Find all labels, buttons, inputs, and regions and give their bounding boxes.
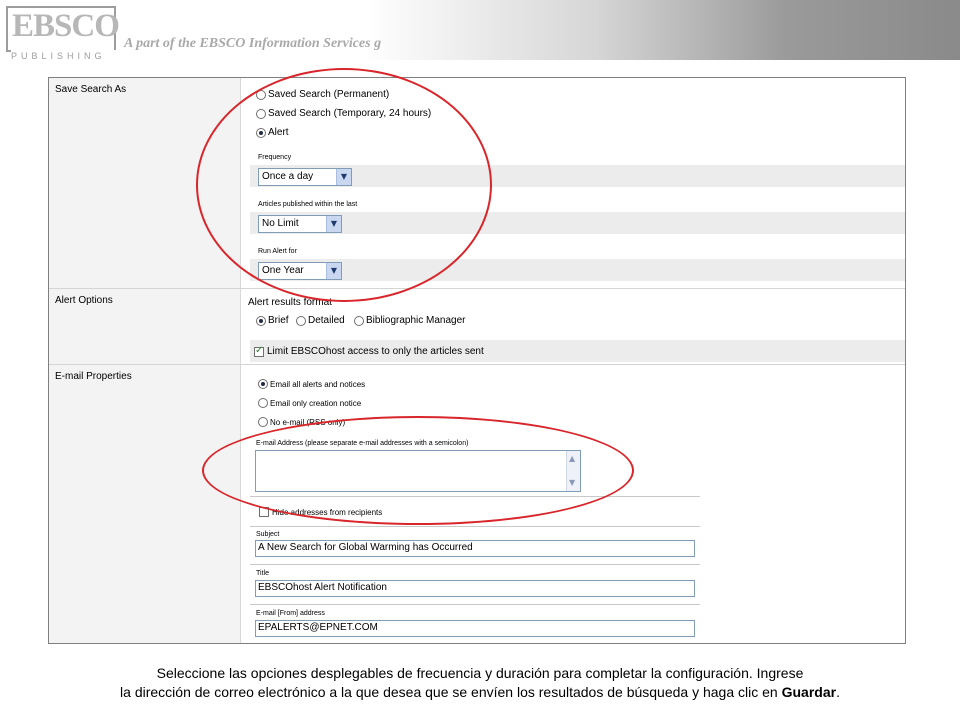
- from-address-label: E-mail [From] address: [256, 610, 325, 617]
- radio-icon: [296, 315, 306, 326]
- radio-no-email[interactable]: No e-mail (RSS only): [258, 417, 345, 427]
- email-address-scrollbar[interactable]: ▲ ▼: [566, 451, 580, 491]
- radio-selected-icon: [258, 379, 268, 389]
- radio-alert[interactable]: Alert: [256, 127, 289, 138]
- tagline: A part of the EBSCO Information Services…: [124, 36, 382, 51]
- subject-label: Subject: [256, 531, 280, 538]
- articles-published-label: Articles published within the last: [258, 201, 358, 208]
- run-alert-panel: Run Alert for One Year ▼: [250, 242, 905, 288]
- save-search-label-cell: Save Search As: [49, 78, 241, 288]
- hide-addresses-checkbox[interactable]: Hide addresses from recipients: [259, 507, 382, 517]
- radio-selected-icon: [256, 127, 266, 138]
- radio-email-all[interactable]: Email all alerts and notices: [258, 379, 365, 389]
- radio-icon: [256, 89, 266, 100]
- subject-input[interactable]: A New Search for Global Warming has Occu…: [255, 540, 695, 557]
- ebsco-logo: EBSCO PUBLISHING: [6, 6, 127, 62]
- radio-selected-icon: [256, 315, 266, 326]
- alert-format-label: Alert results format: [248, 297, 332, 308]
- radio-saved-temporary[interactable]: Saved Search (Temporary, 24 hours): [256, 108, 431, 119]
- radio-icon: [258, 398, 268, 408]
- checkbox-icon: [259, 507, 269, 517]
- chevron-down-icon[interactable]: ▼: [326, 263, 341, 279]
- email-properties-label: E-mail Properties: [55, 371, 132, 382]
- limit-access-checkbox[interactable]: Limit EBSCOhost access to only the artic…: [254, 345, 484, 357]
- run-alert-label: Run Alert for: [258, 248, 297, 255]
- caption-line-2: la dirección de correo electrónico a la …: [120, 684, 840, 700]
- checkbox-checked-icon: [254, 345, 264, 357]
- radio-icon: [354, 315, 364, 326]
- radio-email-creation[interactable]: Email only creation notice: [258, 398, 361, 408]
- frequency-label: Frequency: [258, 154, 292, 161]
- run-alert-select[interactable]: One Year ▼: [258, 262, 342, 280]
- email-properties-label-cell: E-mail Properties: [49, 365, 241, 643]
- radio-format-detailed[interactable]: Detailed: [296, 315, 345, 326]
- title-input[interactable]: EBSCOhost Alert Notification: [255, 580, 695, 597]
- chevron-down-icon[interactable]: ▼: [326, 216, 341, 232]
- instruction-caption: Seleccione las opciones desplegables de …: [0, 664, 960, 702]
- radio-icon: [258, 417, 268, 427]
- radio-saved-permanent[interactable]: Saved Search (Permanent): [256, 89, 389, 100]
- articles-published-panel: Articles published within the last No Li…: [250, 195, 905, 241]
- header-banner: EBSCO PUBLISHING A part of the EBSCO Inf…: [0, 0, 960, 62]
- from-address-input[interactable]: EPALERTS@EPNET.COM: [255, 620, 695, 637]
- logo-sub-text: PUBLISHING: [11, 50, 127, 62]
- chevron-down-icon[interactable]: ▼: [336, 169, 351, 185]
- logo-main-text: EBSCO: [12, 8, 120, 44]
- alert-options-label: Alert Options: [55, 295, 113, 306]
- caption-bold-save: Guardar: [781, 684, 837, 700]
- radio-format-brief[interactable]: Brief: [256, 315, 289, 326]
- caption-line-1: Seleccione las opciones desplegables de …: [156, 665, 804, 681]
- title-label: Title: [256, 570, 269, 577]
- articles-published-select[interactable]: No Limit ▼: [258, 215, 342, 233]
- alert-options-label-cell: Alert Options: [49, 289, 241, 364]
- frequency-panel: Frequency Once a day ▼: [250, 148, 905, 194]
- save-search-label: Save Search As: [55, 84, 127, 95]
- radio-icon: [256, 108, 266, 119]
- radio-format-bibliographic[interactable]: Bibliographic Manager: [354, 315, 466, 326]
- scroll-up-icon[interactable]: ▲: [569, 452, 575, 466]
- frequency-select[interactable]: Once a day ▼: [258, 168, 352, 186]
- email-address-label: E-mail Address (please separate e-mail a…: [256, 440, 469, 447]
- email-address-input[interactable]: ▲ ▼: [255, 450, 581, 492]
- scroll-down-icon[interactable]: ▼: [569, 476, 575, 490]
- alert-settings-form: Save Search As Alert Options E-mail Prop…: [48, 77, 906, 644]
